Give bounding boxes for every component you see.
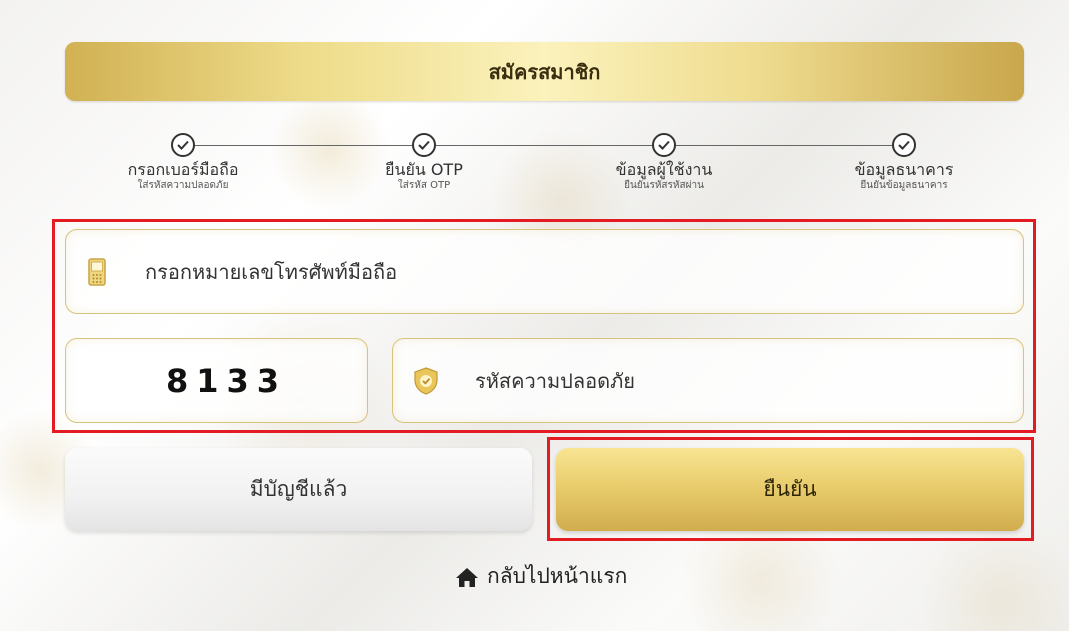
check-icon <box>652 133 676 157</box>
registration-steps: กรอกเบอร์มือถือ ใส่รหัสความปลอดภัย ยืนยั… <box>0 133 1069 213</box>
step-phone: กรอกเบอร์มือถือ ใส่รหัสความปลอดภัย <box>93 133 273 192</box>
step-title: ข้อมูลผู้ใช้งาน <box>615 160 713 179</box>
step-title: ข้อมูลธนาคาร <box>854 160 954 179</box>
home-link-label: กลับไปหน้าแรก <box>487 564 628 588</box>
step-title: กรอกเบอร์มือถือ <box>127 160 239 179</box>
step-otp: ยืนยัน OTP ใส่รหัส OTP <box>334 133 514 192</box>
step-subtitle: ใส่รหัสความปลอดภัย <box>137 180 229 191</box>
have-account-button[interactable]: มีบัญชีแล้ว <box>65 448 532 531</box>
check-icon <box>412 133 436 157</box>
back-home-link[interactable]: กลับไปหน้าแรก <box>455 560 627 593</box>
step-subtitle: ยืนยันข้อมูลธนาคาร <box>860 180 948 191</box>
step-subtitle: ใส่รหัส OTP <box>397 180 451 191</box>
step-bank-info: ข้อมูลธนาคาร ยืนยันข้อมูลธนาคาร <box>814 133 994 192</box>
page-header-banner: สมัครสมาชิก <box>65 42 1024 101</box>
shield-check-icon <box>413 366 439 395</box>
page-title: สมัครสมาชิก <box>488 59 601 84</box>
captcha-box: 8133 <box>65 338 368 423</box>
home-icon <box>455 566 479 588</box>
check-icon <box>171 133 195 157</box>
have-account-label: มีบัญชีแล้ว <box>249 477 348 501</box>
step-subtitle: ยืนยันรหัสรหัสผ่าน <box>624 180 704 191</box>
confirm-label: ยืนยัน <box>763 477 817 501</box>
steps-connector-line <box>183 145 904 146</box>
security-code-input[interactable] <box>473 367 1023 394</box>
captcha-code: 8133 <box>166 361 288 400</box>
security-code-field <box>392 338 1024 423</box>
step-user-info: ข้อมูลผู้ใช้งาน ยืนยันรหัสรหัสผ่าน <box>574 133 754 192</box>
check-icon <box>892 133 916 157</box>
phone-input[interactable] <box>143 258 1023 285</box>
phone-field <box>65 229 1024 314</box>
step-title: ยืนยัน OTP <box>385 160 463 179</box>
confirm-button[interactable]: ยืนยัน <box>556 448 1024 531</box>
mobile-phone-icon <box>88 257 106 286</box>
